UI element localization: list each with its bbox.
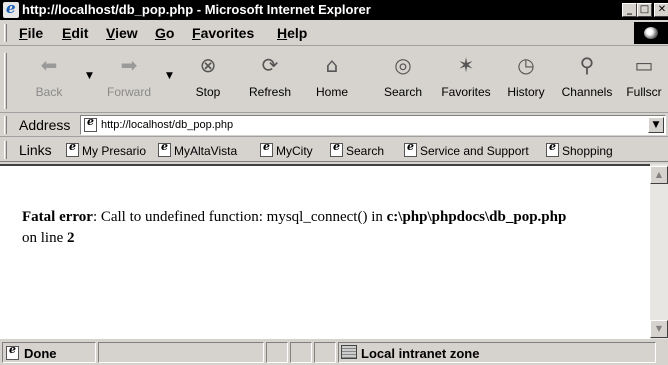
link-label: Shopping xyxy=(562,144,613,158)
refresh-label: Refresh xyxy=(248,85,292,99)
home-label: Home xyxy=(315,85,348,99)
stop-icon: ⊗ xyxy=(199,53,217,77)
favorites-star-icon: ✶ xyxy=(457,53,475,77)
link-myaltavista[interactable]: MyAltaVista xyxy=(158,140,238,158)
back-button[interactable]: ⬅ Back xyxy=(25,49,73,109)
menu-favorites[interactable]: Favorites xyxy=(192,25,254,41)
link-label: MyAltaVista xyxy=(174,144,238,158)
back-label: Back xyxy=(35,85,63,99)
page-icon xyxy=(330,140,343,157)
status-text: Done xyxy=(24,346,57,361)
link-label: MyCity xyxy=(276,144,313,158)
vertical-scrollbar[interactable]: ▲ ▼ xyxy=(650,164,668,339)
title-bar[interactable]: http://localhost/db_pop.php - Microsoft … xyxy=(0,0,668,20)
forward-label: Forward xyxy=(106,85,151,99)
back-dropdown-icon[interactable]: ▼ xyxy=(86,71,93,81)
menu-file[interactable]: File xyxy=(19,25,43,41)
address-url[interactable]: http://localhost/db_pop.php xyxy=(101,119,233,131)
page-icon xyxy=(404,140,417,157)
zone-panel: Local intranet zone xyxy=(338,342,656,363)
status-panel-empty xyxy=(314,342,336,363)
back-arrow-icon: ⬅ xyxy=(40,53,58,77)
error-label: Fatal error xyxy=(22,209,93,225)
menu-edit[interactable]: Edit xyxy=(62,25,88,41)
address-bar: Address http://localhost/db_pop.php ▼ xyxy=(0,113,668,137)
page-content[interactable]: Fatal error: Call to undefined function:… xyxy=(0,164,668,339)
search-globe-icon: ◎ xyxy=(394,53,412,77)
stop-label: Stop xyxy=(195,85,221,99)
address-bar-grip[interactable] xyxy=(4,116,7,134)
forward-dropdown-icon[interactable]: ▼ xyxy=(166,71,173,81)
status-panel: Done xyxy=(2,342,96,363)
windows-throbber-icon xyxy=(634,22,668,44)
refresh-button[interactable]: ⟳ Refresh xyxy=(244,49,296,109)
status-panel-empty xyxy=(266,342,288,363)
links-bar-grip[interactable] xyxy=(4,141,7,159)
links-bar: Links My Presario MyAltaVista MyCity Sea… xyxy=(0,138,668,162)
fullscreen-icon: ▭ xyxy=(634,53,654,77)
forward-arrow-icon: ➡ xyxy=(120,53,138,77)
channels-button[interactable]: ⚲ Channels xyxy=(558,49,616,109)
browser-window: http://localhost/db_pop.php - Microsoft … xyxy=(0,0,668,365)
link-service-and-support[interactable]: Service and Support xyxy=(404,140,529,158)
menu-bar: File Edit View Go Favorites Help xyxy=(0,20,668,46)
link-shopping[interactable]: Shopping xyxy=(546,140,613,158)
status-bar: Done Local intranet zone xyxy=(0,340,668,365)
search-button[interactable]: ◎ Search xyxy=(375,49,431,109)
line-number: 2 xyxy=(67,230,75,246)
php-error-message: Fatal error: Call to undefined function:… xyxy=(22,207,646,249)
search-label: Search xyxy=(383,85,423,99)
channels-satellite-icon: ⚲ xyxy=(579,53,595,77)
window-title: http://localhost/db_pop.php - Microsoft … xyxy=(22,2,371,17)
history-label: History xyxy=(507,85,545,99)
standard-toolbar: ⬅ Back ▼ ➡ Forward ▼ ⊗ Stop ⟳ Refresh ⌂ … xyxy=(0,47,668,113)
page-icon xyxy=(66,140,79,157)
favorites-label: Favorites xyxy=(441,85,491,99)
error-path: c:\php\phpdocs\db_pop.php xyxy=(386,209,567,225)
menu-help[interactable]: Help xyxy=(277,25,307,41)
fullscreen-button[interactable]: ▭ Fullscr xyxy=(620,49,668,109)
maximize-button[interactable]: □ xyxy=(637,3,652,17)
menu-bar-grip[interactable] xyxy=(4,24,7,42)
history-icon: ◷ xyxy=(517,53,535,77)
page-icon xyxy=(158,140,171,157)
page-icon xyxy=(6,343,19,360)
address-dropdown-icon[interactable]: ▼ xyxy=(648,117,664,133)
home-button[interactable]: ⌂ Home xyxy=(308,49,356,109)
menu-view[interactable]: View xyxy=(106,25,138,41)
link-mycity[interactable]: MyCity xyxy=(260,140,313,158)
status-panel-empty xyxy=(290,342,312,363)
intranet-zone-icon xyxy=(341,345,357,359)
favorites-button[interactable]: ✶ Favorites xyxy=(435,49,497,109)
page-icon xyxy=(84,115,97,132)
history-button[interactable]: ◷ History xyxy=(500,49,552,109)
forward-button[interactable]: ➡ Forward xyxy=(100,49,158,109)
link-label: Search xyxy=(346,144,385,158)
link-my-presario[interactable]: My Presario xyxy=(66,140,147,158)
zone-text: Local intranet zone xyxy=(361,346,480,361)
links-label: Links xyxy=(19,142,52,158)
page-icon xyxy=(260,140,273,157)
link-label: Service and Support xyxy=(420,144,529,158)
address-label: Address xyxy=(19,117,71,133)
page-icon xyxy=(546,140,559,157)
fullscreen-label: Fullscr xyxy=(626,85,662,99)
stop-button[interactable]: ⊗ Stop xyxy=(186,49,230,109)
menu-go[interactable]: Go xyxy=(155,25,174,41)
close-button[interactable]: ✕ xyxy=(654,3,668,17)
line-prefix: on line xyxy=(22,230,67,246)
link-search[interactable]: Search xyxy=(330,140,385,158)
error-message: : Call to undefined function: mysql_conn… xyxy=(92,209,387,225)
ie-logo-icon xyxy=(3,0,19,18)
address-input[interactable]: http://localhost/db_pop.php ▼ xyxy=(80,115,666,135)
channels-label: Channels xyxy=(561,85,613,99)
minimize-button[interactable]: _ xyxy=(622,3,637,17)
scroll-down-icon[interactable]: ▼ xyxy=(650,320,668,338)
progress-panel xyxy=(98,342,264,363)
link-label: My Presario xyxy=(82,144,147,158)
toolbar-grip[interactable] xyxy=(4,53,7,109)
scroll-up-icon[interactable]: ▲ xyxy=(650,166,668,184)
refresh-icon: ⟳ xyxy=(261,53,279,77)
home-icon: ⌂ xyxy=(325,53,339,77)
